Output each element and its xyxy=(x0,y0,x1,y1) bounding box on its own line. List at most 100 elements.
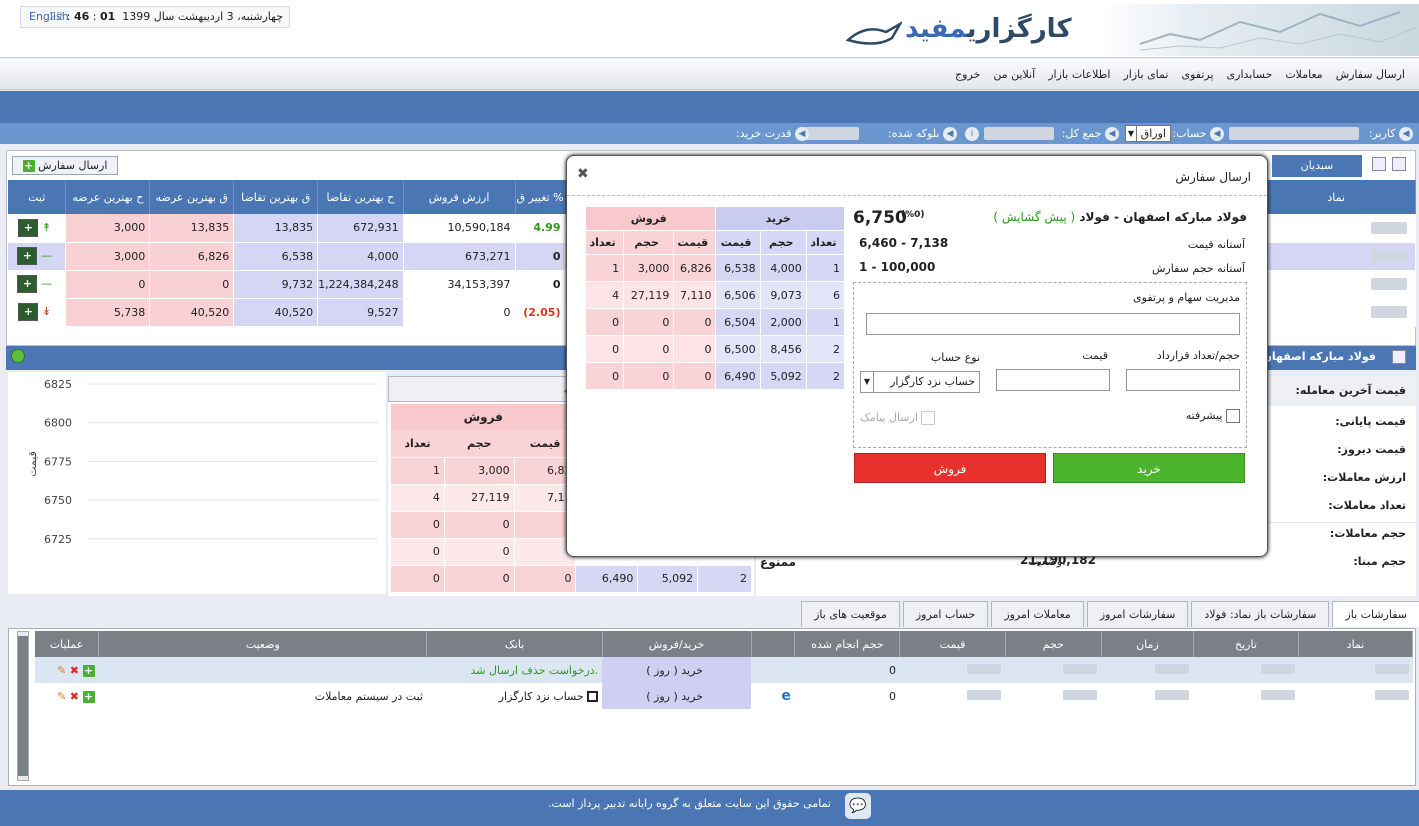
orders-col: تاریخ xyxy=(1193,631,1300,657)
add-order-icon[interactable]: + xyxy=(17,247,38,265)
y-tick-label: 6775 xyxy=(44,455,72,468)
col-offer-price: ق بهترین عرضه xyxy=(149,180,235,214)
power-arrow-icon[interactable]: ◀ xyxy=(795,127,809,141)
ob-row[interactable]: 4 27,119 7,110 6,506 9,073 6 xyxy=(584,281,846,309)
status-green-icon xyxy=(11,349,25,363)
menu-my-online[interactable]: آنلاین من xyxy=(993,59,1035,90)
plus-icon: + xyxy=(22,159,35,172)
ob-row[interactable]: 0 0 0 6,500 8,456 2 xyxy=(584,335,846,363)
ob-row[interactable]: 0 0 0 6,504 2,000 1 xyxy=(584,308,846,336)
menu-accounting[interactable]: حسابداری xyxy=(1227,59,1273,90)
account-dropdown-icon[interactable]: ▼ xyxy=(1125,125,1137,142)
buy-button[interactable]: خرید xyxy=(1053,453,1245,483)
ob-cell-bv: 4,000 xyxy=(759,254,807,282)
dialog-price: 6,750 xyxy=(853,208,907,228)
add-order-icon[interactable]: + xyxy=(17,275,38,293)
section-toggle-icon[interactable] xyxy=(1392,350,1406,364)
expand-icon[interactable] xyxy=(1392,157,1406,171)
bank-checkbox[interactable] xyxy=(587,691,599,702)
menu-market-info[interactable]: اطلاعات بازار xyxy=(1048,59,1110,90)
send-order-button[interactable]: ارسال سفارش + xyxy=(12,156,118,175)
menu-send-order[interactable]: ارسال سفارش xyxy=(1336,59,1405,90)
offer-price-cell: 6,826 xyxy=(149,242,235,271)
ob-cell-sv: 3,000 xyxy=(623,254,675,282)
tab-today-account[interactable]: حساب امروز xyxy=(902,601,989,627)
orders-col: وضعیت xyxy=(98,631,428,657)
delete-icon[interactable]: ✖ xyxy=(70,664,79,677)
register-cell: + — xyxy=(8,242,67,271)
offer-price-cell: 40,520 xyxy=(149,298,235,327)
col-change-pct: تغییر ق % xyxy=(515,180,566,214)
acct-type-select[interactable]: حساب نزد کارگزار xyxy=(860,371,980,393)
language-link[interactable]: English xyxy=(29,7,69,27)
acct-type-dropdown-icon[interactable]: ▼ xyxy=(860,371,874,393)
ob-row[interactable]: 1 3,000 6,826 6,538 4,000 1 xyxy=(584,254,846,282)
info-icon[interactable]: i xyxy=(965,123,979,144)
copyright-text: تمامی حقوق این سایت متعلق به گروه رایانه… xyxy=(548,797,831,810)
sell-value-cell: 10,590,184 xyxy=(403,214,516,243)
orders-panel: عملیات وضعیت بانک خرید/فروش حجم انجام شده قیم… xyxy=(8,628,1416,786)
sell-button[interactable]: فروش xyxy=(854,453,1046,483)
ob-cell-sc: 1 xyxy=(584,254,625,282)
detail-cell-vol: 3,000 xyxy=(443,456,515,485)
footer: 💬 تمامی حقوق این سایت متعلق به گروه رایا… xyxy=(0,790,1419,826)
order-bank: حساب نزد کارگزار xyxy=(426,683,603,709)
add-order-icon[interactable]: + xyxy=(18,303,39,321)
ie-icon: e xyxy=(781,688,791,704)
menu-exit[interactable]: خروج xyxy=(955,59,980,90)
change-cell: 0 xyxy=(515,242,566,271)
order-row[interactable]: ✎ ✖ + درخواست حذف ارسال شد. خرید ( روز ) 0 xyxy=(35,657,1413,683)
qty-input[interactable] xyxy=(1126,369,1240,391)
tab-open-orders-symbol[interactable]: سفارشات باز نماد: فولاد xyxy=(1191,601,1330,627)
orders-col: قیمت xyxy=(899,631,1006,657)
trend-icon: — xyxy=(40,249,52,262)
edit-icon[interactable]: ✎ xyxy=(57,664,66,677)
tab-open-orders[interactable]: سفارشات باز xyxy=(1332,601,1419,627)
tab-open-positions[interactable]: موقعیت های باز xyxy=(801,601,900,627)
detail-cell-count: 1 xyxy=(390,456,445,485)
logo-prefix: کارگزاری xyxy=(966,14,1072,44)
menu-portfolio[interactable]: پرتفوی xyxy=(1181,59,1213,90)
tab-today-trades[interactable]: معاملات امروز xyxy=(991,601,1084,627)
order-blurred-cell xyxy=(899,657,1006,683)
orders-scrollbar[interactable] xyxy=(17,631,29,781)
order-bank: درخواست حذف ارسال شد. xyxy=(426,657,603,683)
tab-today-orders[interactable]: سفارشات امروز xyxy=(1086,601,1189,627)
close-icon[interactable]: ✖ xyxy=(577,166,589,182)
total-arrow-icon[interactable]: ◀ xyxy=(1105,127,1119,141)
tab-basket[interactable]: سبدیان xyxy=(1272,155,1362,177)
edit-icon[interactable]: ✎ xyxy=(57,690,66,703)
user-arrow-icon[interactable]: ◀ xyxy=(1399,127,1413,141)
ob-cell-bv: 5,092 xyxy=(759,362,807,390)
logo-brand: مفید xyxy=(905,14,967,44)
dialog-title: ارسال سفارش xyxy=(1175,170,1251,184)
order-row[interactable]: ✎ ✖ + ثبت در سیستم معاملات حساب نزد کارگزا… xyxy=(35,683,1413,709)
menu-trades[interactable]: معاملات xyxy=(1285,59,1322,90)
acct-type-label: نوع حساب xyxy=(930,351,980,364)
menu-market-view[interactable]: نمای بازار xyxy=(1123,59,1168,90)
ob-cell-sc: 0 xyxy=(584,308,625,336)
add-icon[interactable]: + xyxy=(82,690,95,703)
detail-cell-vol: 0 xyxy=(443,564,515,593)
logo-text: کارگزاریمفید xyxy=(905,14,1072,44)
blocked-arrow-icon[interactable]: ◀ xyxy=(943,127,957,141)
ob-cell-bp: 6,500 xyxy=(715,335,761,363)
add-icon[interactable]: + xyxy=(82,664,95,677)
sms-checkbox[interactable] xyxy=(921,411,936,425)
ob-row[interactable]: 0 0 0 6,490 5,092 2 xyxy=(584,362,846,390)
order-status: ثبت در سیستم معاملات xyxy=(98,683,427,709)
account-arrow-icon[interactable]: ◀ xyxy=(1210,127,1224,141)
order-blurred-cell xyxy=(1101,683,1194,709)
chat-icon[interactable]: 💬 xyxy=(845,793,871,819)
change-cell: 4.99 xyxy=(515,214,566,243)
advanced-checkbox[interactable] xyxy=(1226,409,1240,423)
price-input[interactable] xyxy=(996,369,1110,391)
order-blurred-cell xyxy=(1298,657,1413,683)
offer-vol-cell: 3,000 xyxy=(65,214,151,243)
dialog-header: ارسال سفارش ✖ xyxy=(567,156,1267,196)
delete-icon[interactable]: ✖ xyxy=(70,690,79,703)
ob-cell-bc: 2 xyxy=(805,335,846,363)
portfolio-input[interactable] xyxy=(866,313,1240,335)
add-order-icon[interactable]: + xyxy=(18,218,39,237)
collapse-icon[interactable] xyxy=(1372,157,1386,171)
